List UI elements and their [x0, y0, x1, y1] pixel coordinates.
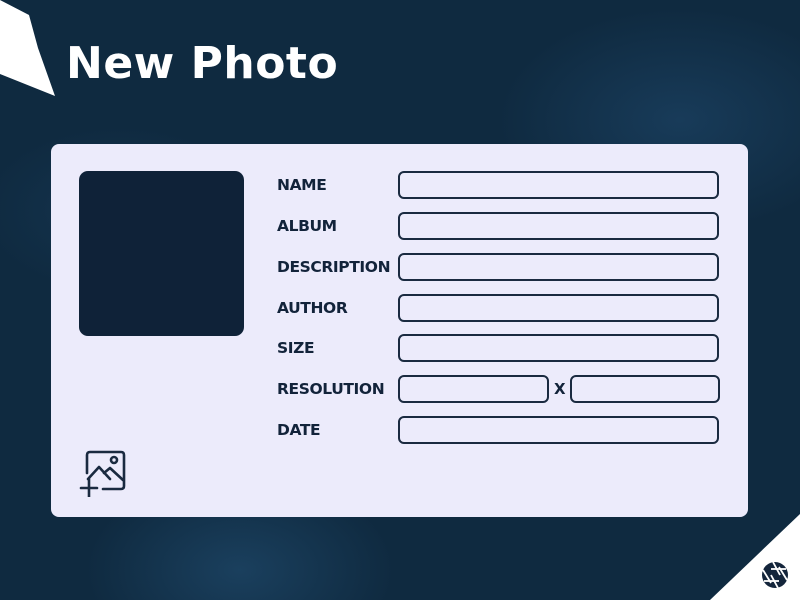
name-label: NAME [277, 176, 327, 194]
field-row-name: NAME [277, 171, 723, 199]
field-row-author: AUTHOR [277, 294, 723, 322]
photo-form-card: NAME ALBUM DESCRIPTION AUTHOR SIZE RESOL… [51, 144, 748, 517]
camera-shutter-icon [762, 561, 788, 589]
name-input[interactable] [398, 171, 719, 199]
add-image-button[interactable] [79, 449, 127, 497]
size-label: SIZE [277, 339, 315, 357]
ribbon-banner-icon [0, 0, 55, 96]
size-input[interactable] [398, 334, 719, 362]
author-label: AUTHOR [277, 299, 348, 317]
photo-thumbnail[interactable] [79, 171, 244, 336]
resolution-separator: X [554, 380, 566, 398]
album-input[interactable] [398, 212, 719, 240]
resolution-label: RESOLUTION [277, 380, 385, 398]
resolution-height-input[interactable] [570, 375, 720, 403]
field-row-size: SIZE [277, 334, 723, 362]
date-input[interactable] [398, 416, 719, 444]
add-image-icon [79, 450, 126, 497]
description-input[interactable] [398, 253, 719, 281]
field-row-resolution: RESOLUTION X [277, 375, 723, 403]
field-row-album: ALBUM [277, 212, 723, 240]
description-label: DESCRIPTION [277, 258, 391, 276]
resolution-width-input[interactable] [398, 375, 549, 403]
author-input[interactable] [398, 294, 719, 322]
corner-decoration [710, 514, 800, 600]
field-row-date: DATE [277, 416, 723, 444]
field-row-description: DESCRIPTION [277, 253, 723, 281]
date-label: DATE [277, 421, 321, 439]
page-title: New Photo [66, 38, 339, 89]
album-label: ALBUM [277, 217, 337, 235]
